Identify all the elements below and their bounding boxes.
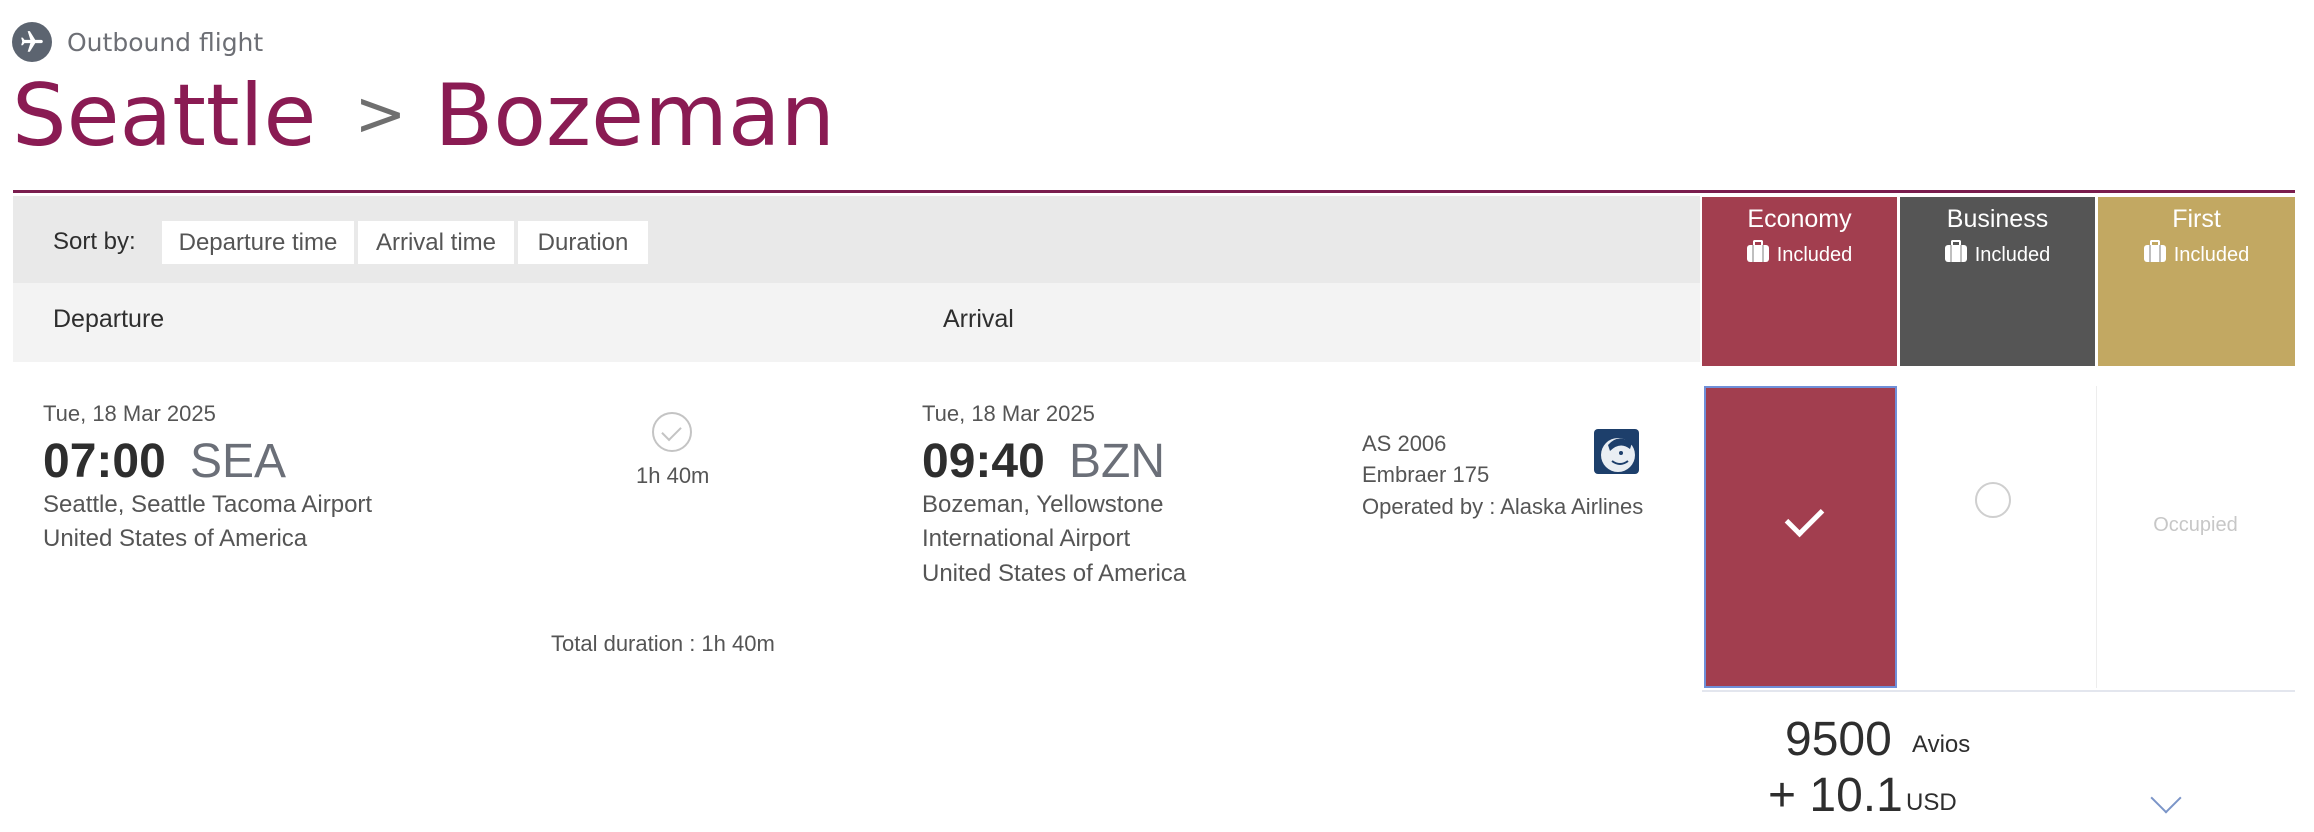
arrival-airport-name-line1: Bozeman, Yellowstone [922, 491, 1164, 518]
arrival-country: United States of America [922, 560, 1187, 587]
business-fare-cell[interactable] [1899, 386, 2094, 688]
segment-duration: 1h 40m [636, 463, 710, 488]
destination-city: Bozeman [434, 66, 836, 166]
origin-city: Seattle [12, 66, 317, 166]
outbound-flight-label: Outbound flight [67, 28, 264, 57]
sort-duration-button[interactable]: Duration [518, 221, 648, 264]
operated-by: Operated by : Alaska Airlines [1362, 494, 1644, 519]
departure-column-header: Departure [53, 305, 165, 333]
route-title: Seattle > Bozeman [12, 66, 835, 166]
header-divider [13, 190, 2295, 193]
flight-number: AS 2006 [1362, 431, 1447, 456]
arrival-airport-name-line2: International Airport [922, 525, 1131, 552]
arrival-column-header: Arrival [943, 305, 1014, 333]
sort-label: Sort by: [53, 228, 136, 255]
cabin-header-economy[interactable]: Economy Included [1702, 197, 1897, 366]
business-fare-radio[interactable] [1975, 482, 2011, 518]
price-cash: + 10.1 [1768, 769, 1903, 822]
aircraft-type: Embraer 175 [1362, 462, 1490, 487]
airplane-icon [12, 22, 52, 62]
baggage-included-label: Included [1776, 244, 1853, 266]
first-occupied-label: Occupied [2153, 514, 2238, 536]
cabin-name: Economy [1747, 205, 1852, 233]
departure-time: 07:00 [43, 435, 166, 488]
arrival-date: Tue, 18 Mar 2025 [922, 401, 1095, 426]
fare-divider [1702, 690, 2295, 692]
departure-airport-name: Seattle, Seattle Tacoma Airport [43, 491, 373, 518]
checkmark-icon [1784, 497, 1825, 538]
cabin-header-business[interactable]: Business Included [1900, 197, 2095, 366]
arrival-time: 09:40 [922, 435, 1045, 488]
suitcase-icon [2143, 240, 2166, 262]
suitcase-icon [1746, 240, 1769, 262]
price-cash-unit: USD [1906, 789, 1957, 816]
chevron-down-icon[interactable] [2150, 782, 2182, 814]
cabin-header-first[interactable]: First Included [2098, 197, 2295, 366]
total-duration: Total duration : 1h 40m [551, 631, 775, 656]
price-avios-unit: Avios [1912, 731, 1971, 758]
sort-departure-time-button[interactable]: Departure time [162, 221, 354, 264]
departure-date: Tue, 18 Mar 2025 [43, 401, 216, 426]
arrival-airport-code: BZN [1069, 435, 1165, 488]
suitcase-icon [1944, 240, 1967, 262]
economy-fare-cell[interactable] [1704, 386, 1897, 688]
column-header-bar [13, 283, 1700, 362]
first-fare-cell: Occupied [2096, 386, 2294, 688]
cabin-name: First [2172, 205, 2221, 233]
route-separator: > [354, 77, 407, 150]
departure-country: United States of America [43, 525, 308, 552]
price-avios: 9500 [1785, 713, 1892, 766]
departure-airport-code: SEA [190, 435, 287, 488]
airline-logo-icon [1594, 429, 1639, 474]
baggage-included-label: Included [2173, 244, 2250, 266]
cabin-name: Business [1946, 205, 2049, 233]
check-circle-icon [652, 412, 692, 452]
baggage-included-label: Included [1974, 244, 2051, 266]
sort-arrival-time-button[interactable]: Arrival time [358, 221, 514, 264]
